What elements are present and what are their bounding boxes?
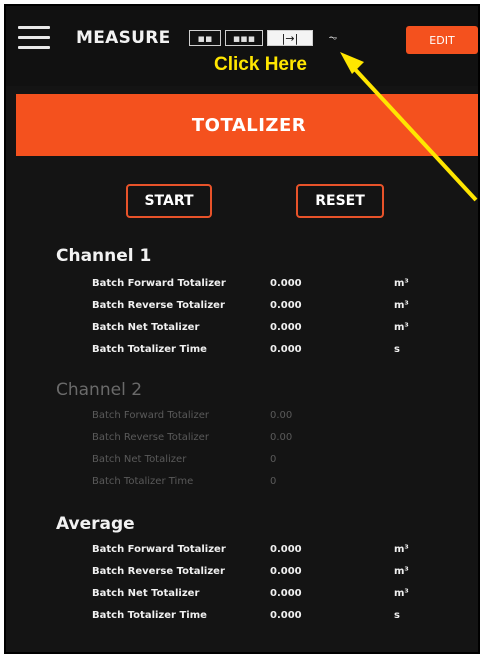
table-row: Batch Totalizer Time 0.000 s	[92, 606, 422, 628]
row-unit: m³	[394, 566, 409, 577]
row-label: Batch Forward Totalizer	[92, 410, 209, 421]
table-row: Batch Reverse Totalizer 0.000 m³	[92, 296, 422, 318]
row-unit: s	[394, 610, 400, 621]
row-label: Batch Forward Totalizer	[92, 544, 226, 555]
channel-2-heading: Channel 2	[56, 380, 143, 400]
row-unit: m³	[394, 278, 409, 289]
page-title: MEASURE	[76, 28, 171, 48]
start-button[interactable]: START	[126, 184, 212, 218]
row-unit: m³	[394, 300, 409, 311]
table-row: Batch Totalizer Time 0.000 s	[92, 340, 422, 362]
row-unit: s	[394, 344, 400, 355]
row-label: Batch Reverse Totalizer	[92, 566, 225, 577]
row-label: Batch Net Totalizer	[92, 588, 200, 599]
row-value: 0.000	[270, 278, 302, 289]
channel-2-rows: Batch Forward Totalizer 0.00 Batch Rever…	[92, 406, 422, 494]
table-row: Batch Net Totalizer 0	[92, 450, 422, 472]
row-label: Batch Totalizer Time	[92, 610, 207, 621]
row-value: 0.000	[270, 544, 302, 555]
row-value: 0.000	[270, 610, 302, 621]
table-row: Batch Forward Totalizer 0.000 m³	[92, 274, 422, 296]
row-unit: m³	[394, 588, 409, 599]
table-row: Batch Reverse Totalizer 0.00	[92, 428, 422, 450]
table-row: Batch Totalizer Time 0	[92, 472, 422, 494]
table-row: Batch Forward Totalizer 0.000 m³	[92, 540, 422, 562]
menu-icon[interactable]	[18, 26, 50, 50]
row-unit: m³	[394, 322, 409, 333]
table-row: Batch Net Totalizer 0.000 m³	[92, 318, 422, 340]
row-label: Batch Totalizer Time	[92, 476, 194, 487]
edit-button[interactable]: EDIT	[406, 26, 478, 54]
row-label: Batch Net Totalizer	[92, 454, 187, 465]
row-label: Batch Forward Totalizer	[92, 278, 226, 289]
row-unit: m³	[394, 544, 409, 555]
click-here-callout: Click Here	[214, 54, 307, 75]
device-screen: MEASURE ▪▪ ▪▪▪ |→| ⏦ EDIT TOTALIZER STAR…	[4, 4, 480, 654]
table-row: Batch Reverse Totalizer 0.000 m³	[92, 562, 422, 584]
row-label: Batch Reverse Totalizer	[92, 432, 209, 443]
split-view-icon[interactable]: ▪▪▪	[225, 30, 263, 46]
grid-view-icon[interactable]: ▪▪	[189, 30, 221, 46]
row-value: 0.000	[270, 322, 302, 333]
table-row: Batch Forward Totalizer 0.00	[92, 406, 422, 428]
row-label: Batch Reverse Totalizer	[92, 300, 225, 311]
row-value: 0.00	[270, 410, 293, 421]
row-label: Batch Totalizer Time	[92, 344, 207, 355]
row-value: 0.000	[270, 300, 302, 311]
table-row: Batch Net Totalizer 0.000 m³	[92, 584, 422, 606]
row-value: 0.000	[270, 566, 302, 577]
totalizer-view-icon[interactable]: |→|	[267, 30, 313, 46]
average-rows: Batch Forward Totalizer 0.000 m³ Batch R…	[92, 540, 422, 628]
row-value: 0	[270, 476, 277, 487]
view-tabs: ▪▪ ▪▪▪ |→| ⏦	[189, 30, 353, 46]
row-value: 0.00	[270, 432, 293, 443]
row-label: Batch Net Totalizer	[92, 322, 200, 333]
row-value: 0.000	[270, 344, 302, 355]
channel-1-heading: Channel 1	[56, 246, 152, 266]
section-title: TOTALIZER	[16, 94, 478, 156]
graph-view-icon[interactable]: ⏦	[317, 30, 349, 46]
channel-1-rows: Batch Forward Totalizer 0.000 m³ Batch R…	[92, 274, 422, 362]
row-value: 0	[270, 454, 277, 465]
average-heading: Average	[56, 514, 135, 534]
reset-button[interactable]: RESET	[296, 184, 384, 218]
row-value: 0.000	[270, 588, 302, 599]
